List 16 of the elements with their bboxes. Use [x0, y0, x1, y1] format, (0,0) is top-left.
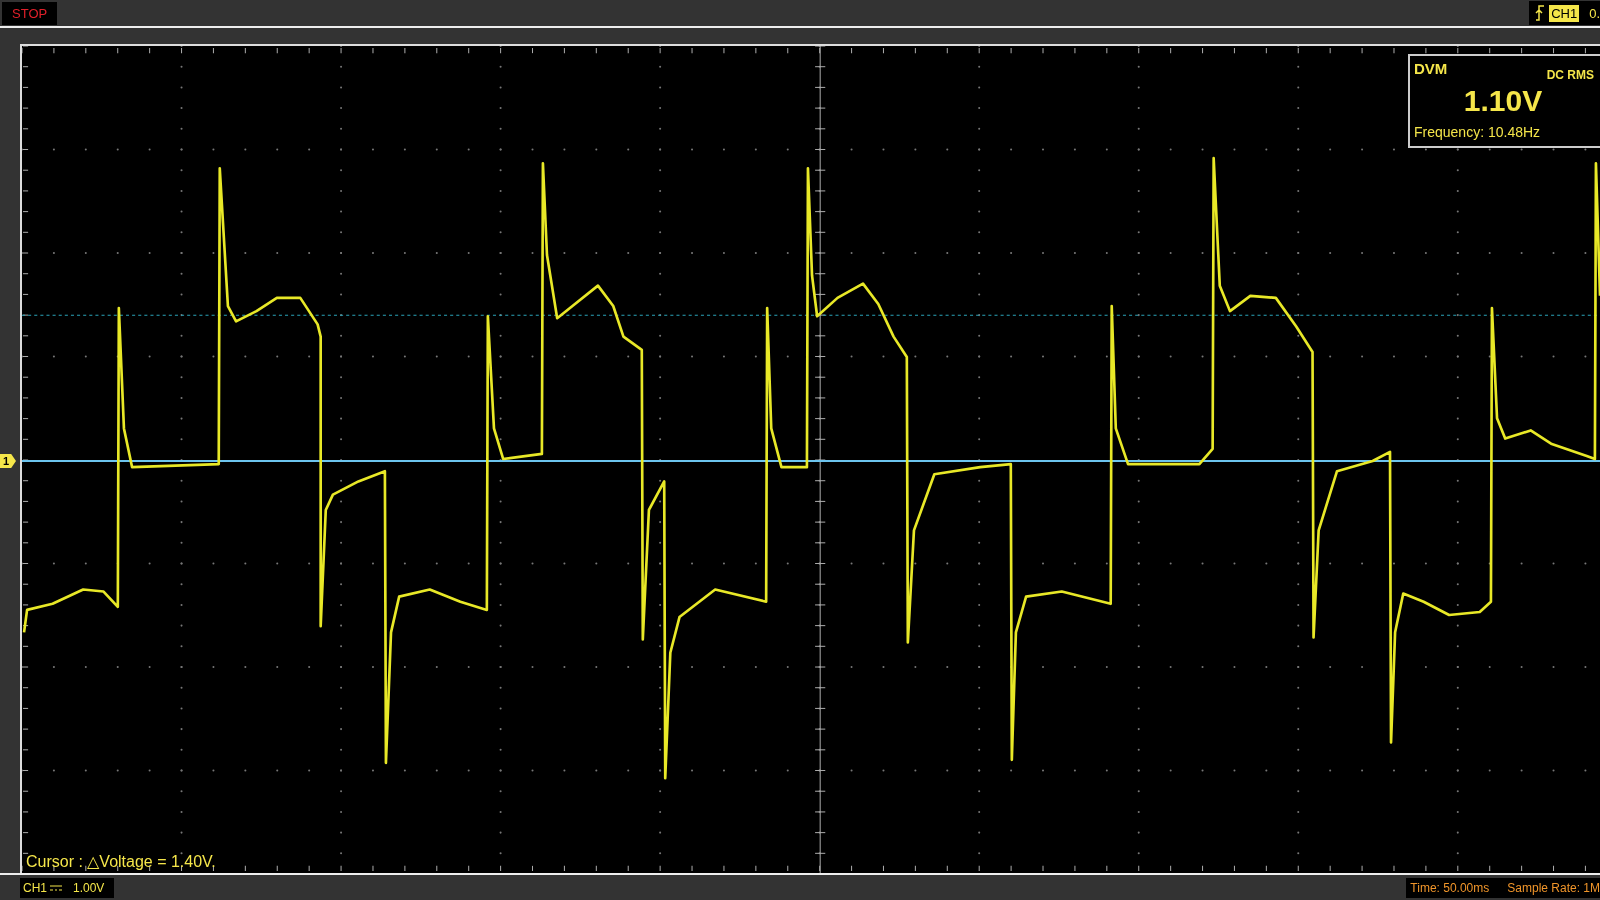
dvm-title: DVM	[1414, 60, 1448, 77]
sample-rate: Sample Rate: 1M	[1507, 880, 1600, 895]
channel-scale-panel[interactable]: CH1 1.00V	[20, 877, 115, 898]
run-status[interactable]: STOP	[2, 1, 58, 25]
time-per-division: Time: 50.00ms	[1410, 880, 1490, 895]
trigger-channel: CH1	[1549, 4, 1580, 22]
cursor-readout: Cursor : △Voltage = 1.40V.	[26, 852, 216, 871]
channel-name: CH1	[23, 880, 47, 895]
dc-coupling-icon	[50, 883, 62, 892]
dvm-mode: DC RMS	[1546, 68, 1594, 82]
dvm-reading: 1.10V	[1463, 84, 1543, 118]
frequency-reading: Frequency: 10.48Hz	[1414, 124, 1542, 140]
rising-edge-icon	[1535, 5, 1546, 21]
channel-marker[interactable]: 1	[0, 454, 16, 468]
channel-scale: 1.00V	[73, 880, 105, 895]
trigger-level: 0.	[1589, 5, 1600, 21]
